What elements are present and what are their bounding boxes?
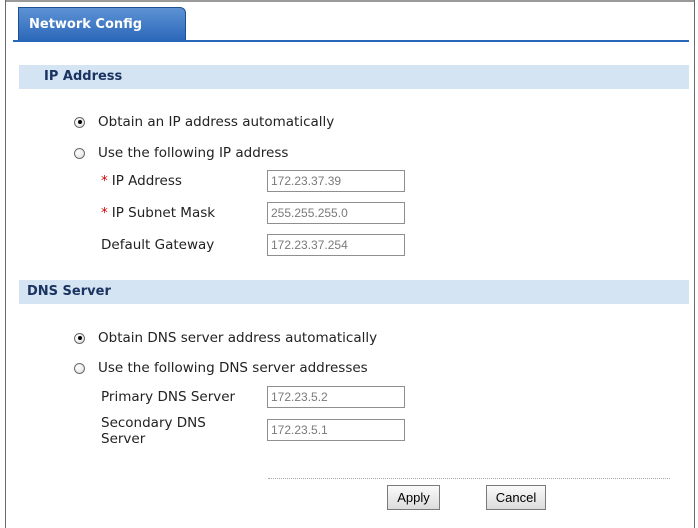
radio-button-selected[interactable] <box>74 332 85 344</box>
radio-button[interactable] <box>74 362 85 374</box>
secondary-dns-input[interactable] <box>267 419 405 441</box>
primary-dns-label: Primary DNS Server <box>101 389 236 405</box>
default-gateway-input[interactable] <box>267 234 405 256</box>
tab-label: Network Config <box>29 17 143 32</box>
radio-button-selected[interactable] <box>74 116 85 128</box>
required-asterisk: * <box>101 205 108 221</box>
network-config-panel: Network Config IP Address Obtain an IP a… <box>5 0 695 528</box>
radio-label: Obtain DNS server address automatically <box>98 330 378 346</box>
radio-obtain-ip-auto[interactable]: Obtain an IP address automatically <box>74 112 334 132</box>
ip-address-section-title: IP Address <box>44 69 123 84</box>
dns-server-section-title: DNS Server <box>27 284 111 299</box>
secondary-dns-label: Secondary DNS Server <box>101 415 206 447</box>
ip-address-label: * IP Address <box>101 173 182 189</box>
ip-subnet-mask-label: * IP Subnet Mask <box>101 205 216 221</box>
radio-label: Use the following DNS server addresses <box>98 360 368 376</box>
required-asterisk: * <box>101 173 108 189</box>
cancel-button[interactable]: Cancel <box>486 485 546 510</box>
apply-button[interactable]: Apply <box>387 485 440 510</box>
radio-button[interactable] <box>74 147 85 159</box>
ip-address-section-header: IP Address <box>19 65 689 89</box>
primary-dns-input[interactable] <box>267 386 405 408</box>
default-gateway-label: Default Gateway <box>101 237 215 253</box>
radio-obtain-dns-auto[interactable]: Obtain DNS server address automatically <box>74 328 377 348</box>
radio-label: Use the following IP address <box>98 145 289 161</box>
top-border <box>6 0 694 2</box>
radio-use-following-ip[interactable]: Use the following IP address <box>74 143 288 163</box>
ip-subnet-mask-input[interactable] <box>267 202 405 224</box>
tab-network-config[interactable]: Network Config <box>18 7 186 41</box>
radio-label: Obtain an IP address automatically <box>98 114 335 130</box>
ip-address-input[interactable] <box>267 170 405 192</box>
radio-use-following-dns[interactable]: Use the following DNS server addresses <box>74 358 368 378</box>
tab-underline <box>13 40 689 42</box>
button-separator <box>268 478 670 479</box>
dns-server-section-header: DNS Server <box>19 280 689 304</box>
